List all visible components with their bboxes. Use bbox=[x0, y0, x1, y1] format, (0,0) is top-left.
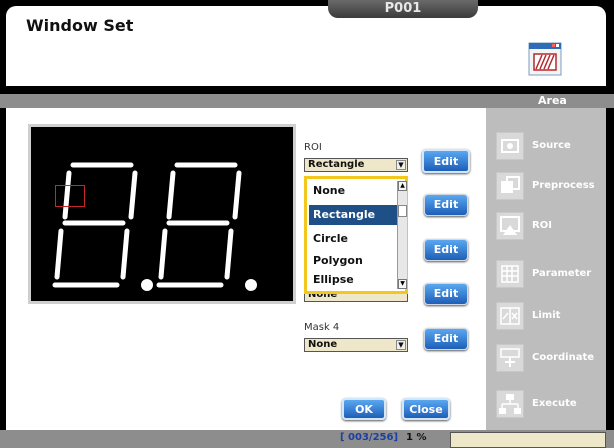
roi-rectangle[interactable] bbox=[55, 185, 85, 207]
mask4-label: Mask 4 bbox=[304, 322, 340, 333]
dropdown-option-polygon[interactable]: Polygon bbox=[309, 251, 397, 271]
program-tab: P001 bbox=[328, 0, 478, 18]
header: Window Set bbox=[6, 6, 606, 86]
scroll-up-icon[interactable]: ▲ bbox=[398, 181, 407, 191]
dropdown-option-none[interactable]: None bbox=[309, 181, 397, 201]
sidebar-item-label: Coordinate bbox=[532, 352, 595, 363]
edit-button-mask4[interactable]: Edit bbox=[424, 328, 468, 350]
sidebar-item-label: Parameter bbox=[532, 268, 592, 279]
roi-select-value: Rectangle bbox=[308, 159, 365, 170]
sidebar-item-coordinate[interactable]: Coordinate bbox=[488, 340, 606, 376]
image-counter: [ 003/256] bbox=[340, 432, 399, 443]
section-label: Area bbox=[538, 94, 567, 107]
edit-button-3[interactable]: Edit bbox=[424, 239, 468, 261]
ok-button[interactable]: OK bbox=[342, 398, 386, 420]
sidebar-item-label: Execute bbox=[532, 398, 577, 409]
execute-icon bbox=[496, 390, 524, 418]
edit-button-2[interactable]: Edit bbox=[424, 194, 468, 216]
sidebar-item-limit[interactable]: Limit bbox=[488, 298, 606, 334]
roi-label: ROI bbox=[304, 142, 322, 153]
dropdown-option-ellipse[interactable]: Ellipse bbox=[309, 271, 397, 289]
edit-button-4[interactable]: Edit bbox=[424, 283, 468, 305]
mask4-select-value: None bbox=[308, 339, 338, 350]
sidebar-item-execute[interactable]: Execute bbox=[488, 386, 606, 422]
section-band bbox=[0, 94, 614, 108]
sidebar-item-parameter[interactable]: Parameter bbox=[488, 256, 606, 292]
dropdown-option-rectangle[interactable]: Rectangle bbox=[309, 205, 397, 225]
sidebar-item-label: Source bbox=[532, 140, 571, 151]
sidebar-item-preprocess[interactable]: Preprocess bbox=[488, 168, 606, 204]
sidebar-item-label: ROI bbox=[532, 220, 552, 231]
sidebar-item-label: Limit bbox=[532, 310, 561, 321]
sidebar-item-label: Preprocess bbox=[532, 180, 595, 191]
limit-icon bbox=[496, 302, 524, 330]
close-button[interactable]: Close bbox=[402, 398, 450, 420]
grid-icon bbox=[496, 260, 524, 288]
roi-icon bbox=[496, 212, 524, 240]
image-process-icon bbox=[496, 172, 524, 200]
coordinate-icon bbox=[496, 344, 524, 372]
dropdown-scrollbar[interactable]: ▲ ▼ bbox=[397, 181, 407, 289]
sidebar-item-roi[interactable]: ROI bbox=[488, 208, 606, 244]
scrollbar-thumb[interactable] bbox=[398, 205, 407, 217]
chevron-down-icon[interactable]: ▼ bbox=[396, 160, 406, 170]
sidebar-item-source[interactable]: Source bbox=[488, 128, 606, 164]
progress-percent: 1 % bbox=[406, 432, 427, 443]
mask4-select[interactable]: None ▼ bbox=[304, 338, 408, 352]
window-settings-icon[interactable] bbox=[528, 42, 562, 76]
camera-display[interactable] bbox=[28, 124, 296, 304]
scroll-down-icon[interactable]: ▼ bbox=[398, 279, 407, 289]
camera-icon bbox=[496, 132, 524, 160]
chevron-down-icon[interactable]: ▼ bbox=[396, 340, 406, 350]
roi-select[interactable]: Rectangle ▼ bbox=[304, 158, 408, 172]
window-title: Window Set bbox=[26, 16, 134, 35]
roi-dropdown-list[interactable]: None Rectangle Circle Polygon Ellipse ▲ … bbox=[304, 176, 408, 294]
status-field bbox=[450, 432, 606, 448]
dropdown-option-circle[interactable]: Circle bbox=[309, 229, 397, 249]
edit-button-roi[interactable]: Edit bbox=[422, 149, 470, 173]
